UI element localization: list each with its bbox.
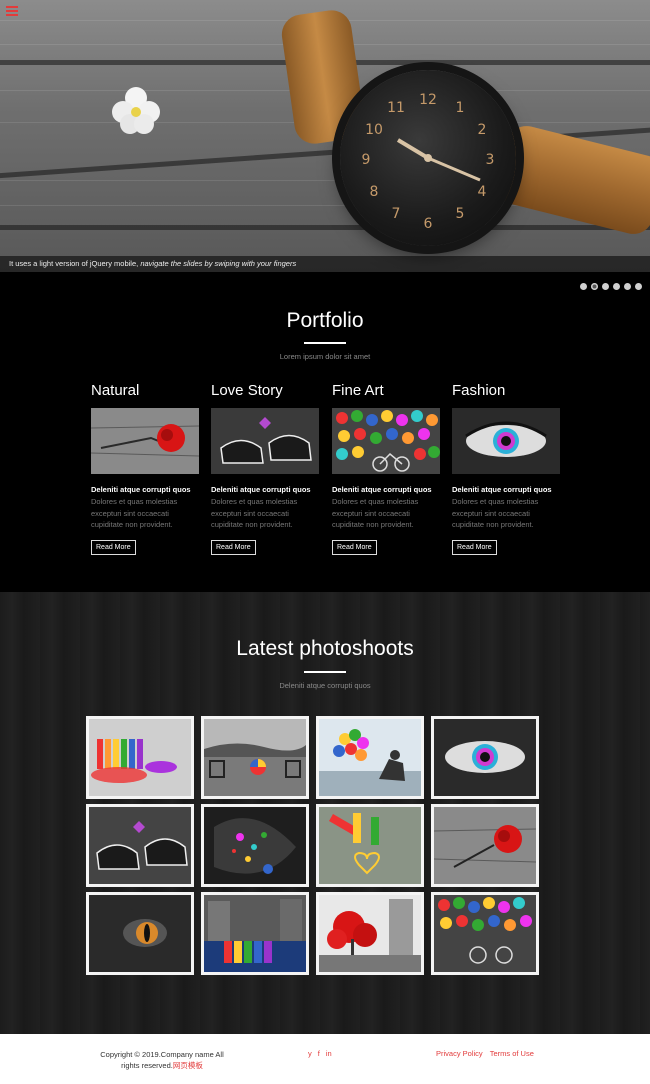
gallery-photo-eye[interactable] [431, 716, 539, 799]
hearts-wall-photo[interactable] [332, 408, 440, 474]
gallery-photo-beach-ball[interactable] [201, 716, 309, 799]
photoshoots-title: Latest photoshoots [236, 637, 414, 660]
template-link[interactable]: 网页模板 [173, 1061, 203, 1070]
card-heading: Deleniti atque corrupti quos [211, 485, 311, 494]
twitter-icon[interactable]: y [308, 1049, 312, 1058]
portfolio-card: Love Story Deleniti atque corrupti quos … [211, 382, 319, 555]
card-title: Fine Art [332, 382, 384, 399]
copyright: Copyright © 2019.Company name All rights… [92, 1049, 232, 1071]
slide-dot[interactable] [602, 283, 609, 290]
copyright-line2: rights reserved. [121, 1061, 173, 1070]
card-heading: Deleniti atque corrupti quos [91, 485, 191, 494]
read-more-button[interactable]: Read More [91, 539, 136, 555]
read-more-button[interactable]: Read More [452, 539, 497, 555]
gallery-photo-rose[interactable] [431, 804, 539, 887]
portfolio-card: Natural Deleniti atque corrupti quos Dol… [91, 382, 199, 555]
watch-image: 12 3 6 9 12 45 7 8 10 11 [340, 70, 516, 246]
read-more-button[interactable]: Read More [332, 539, 377, 555]
svg-text:7: 7 [392, 206, 401, 222]
footer: Copyright © 2019.Company name All rights… [0, 1034, 650, 1084]
caption-emphasis: navigate the slides by swiping with your… [140, 259, 297, 268]
card-heading: Deleniti atque corrupti quos [332, 485, 432, 494]
gallery-photo-balloons[interactable] [316, 716, 424, 799]
footer-links: Privacy Policy Terms of Use [436, 1049, 534, 1058]
svg-text:10: 10 [365, 122, 383, 138]
terms-of-use-link[interactable]: Terms of Use [490, 1049, 534, 1058]
slider-pagination [580, 283, 642, 290]
portfolio-section: Portfolio Lorem ipsum dolor sit amet Nat… [0, 272, 650, 592]
portfolio-subtitle: Lorem ipsum dolor sit amet [279, 352, 371, 361]
gallery-photo-hearts-wall[interactable] [431, 892, 539, 975]
gallery-photo-drops[interactable] [201, 804, 309, 887]
privacy-policy-link[interactable]: Privacy Policy [436, 1049, 483, 1058]
gallery-photo-canal[interactable] [201, 892, 309, 975]
portfolio-title: Portfolio [286, 309, 364, 332]
copyright-line1: Copyright © 2019.Company name All [100, 1050, 224, 1059]
gallery-photo-animal-eye[interactable] [86, 892, 194, 975]
svg-text:12: 12 [419, 92, 437, 108]
title-underline [304, 671, 346, 673]
card-text: Dolores et quas molestias excepturi sint… [91, 497, 178, 529]
portfolio-card: Fine Art Deleniti atque corrupti quos Do… [332, 382, 440, 555]
card-heading: Deleniti atque corrupti quos [452, 485, 552, 494]
card-text: Dolores et quas molestias excepturi sint… [332, 497, 419, 529]
photo-gallery [86, 716, 539, 975]
card-title: Natural [91, 382, 140, 399]
card-title: Fashion [452, 382, 506, 399]
slide-dot[interactable] [591, 283, 598, 290]
svg-text:3: 3 [486, 152, 495, 168]
svg-text:11: 11 [387, 100, 405, 116]
svg-text:1: 1 [456, 100, 465, 116]
flower-image [112, 87, 160, 134]
svg-text:2: 2 [478, 122, 487, 138]
gallery-photo-sneakers[interactable] [86, 804, 194, 887]
sneakers-photo[interactable] [211, 408, 319, 474]
menu-icon[interactable] [6, 6, 18, 16]
gallery-photo-chalk[interactable] [316, 804, 424, 887]
slide-dot[interactable] [624, 283, 631, 290]
hero-slider[interactable]: 12 3 6 9 12 45 7 8 10 11 It uses a light versio… [0, 0, 650, 272]
gallery-photo-paint[interactable] [86, 716, 194, 799]
watch-strap [492, 121, 650, 239]
slide-dot[interactable] [635, 283, 642, 290]
title-underline [304, 342, 346, 344]
card-text: Dolores et quas molestias excepturi sint… [211, 497, 298, 529]
read-more-button[interactable]: Read More [211, 539, 256, 555]
svg-text:8: 8 [370, 184, 379, 200]
eye-photo[interactable] [452, 408, 560, 474]
svg-text:9: 9 [362, 152, 371, 168]
svg-text:6: 6 [424, 216, 433, 232]
caption-text: It uses a light version of jQuery mobile… [9, 259, 141, 268]
svg-text:5: 5 [456, 206, 465, 222]
photoshoots-subtitle: Deleniti atque corrupti quos [279, 681, 371, 690]
linkedin-icon[interactable]: in [326, 1049, 332, 1058]
card-title: Love Story [211, 382, 283, 399]
slide-caption: It uses a light version of jQuery mobile… [0, 256, 650, 272]
facebook-icon[interactable]: f [318, 1049, 320, 1058]
social-links: y f in [308, 1049, 332, 1058]
card-text: Dolores et quas molestias excepturi sint… [452, 497, 539, 529]
gallery-photo-red-tree[interactable] [316, 892, 424, 975]
rose-photo[interactable] [91, 408, 199, 474]
portfolio-card: Fashion Deleniti atque corrupti quos Dol… [452, 382, 560, 555]
photoshoots-section: Latest photoshoots Deleniti atque corrup… [0, 592, 650, 1034]
slide-dot[interactable] [613, 283, 620, 290]
svg-text:4: 4 [478, 184, 487, 200]
slide-dot[interactable] [580, 283, 587, 290]
